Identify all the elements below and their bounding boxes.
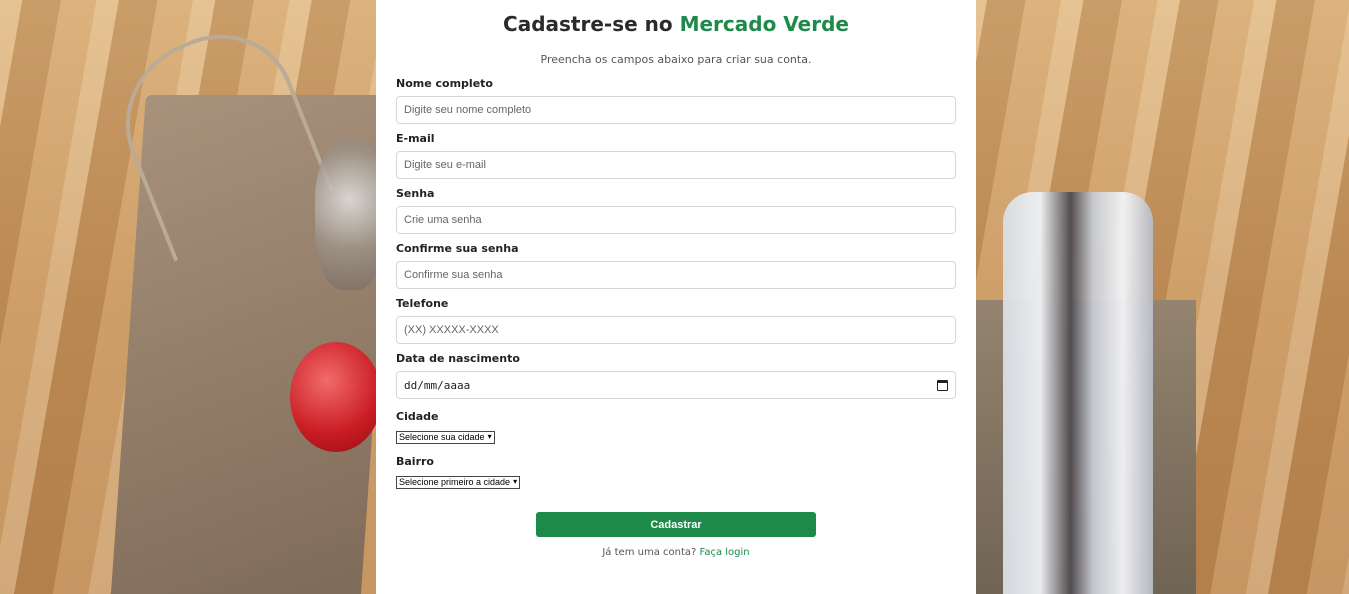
- chevron-down-icon: ▾: [487, 432, 492, 441]
- email-input[interactable]: [396, 151, 956, 179]
- city-label: Cidade: [396, 410, 439, 423]
- login-link[interactable]: Faça login: [700, 547, 750, 558]
- password-label: Senha: [396, 187, 435, 200]
- login-prompt-text: Já tem uma conta?: [602, 547, 697, 558]
- birthdate-input[interactable]: dd/mm/aaaa: [396, 371, 956, 399]
- apple: [290, 342, 382, 452]
- neighborhood-select[interactable]: Selecione primeiro a cidade ▾: [396, 475, 521, 489]
- signup-card: Cadastre-se no Mercado Verde Preencha os…: [376, 0, 976, 594]
- neighborhood-selected: Selecione primeiro a cidade: [399, 477, 511, 487]
- page-title: Cadastre-se no Mercado Verde: [396, 12, 956, 36]
- birthdate-field: Data de nascimento dd/mm/aaaa: [396, 351, 956, 399]
- confirm-password-label: Confirme sua senha: [396, 242, 519, 255]
- birthdate-label: Data de nascimento: [396, 352, 520, 365]
- email-label: E-mail: [396, 132, 435, 145]
- bag-handle: [102, 8, 334, 262]
- name-label: Nome completo: [396, 77, 493, 90]
- city-select[interactable]: Selecione sua cidade ▾: [396, 430, 495, 444]
- bread-bag-left: [315, 140, 385, 290]
- name-input[interactable]: [396, 96, 956, 124]
- password-input[interactable]: [396, 206, 956, 234]
- name-field: Nome completo: [396, 76, 956, 124]
- phone-label: Telefone: [396, 297, 449, 310]
- chevron-down-icon: ▾: [513, 477, 518, 486]
- city-field: Cidade Selecione sua cidade ▾: [396, 409, 956, 444]
- login-prompt: Já tem uma conta? Faça login: [396, 547, 956, 558]
- password-field: Senha: [396, 186, 956, 234]
- email-field: E-mail: [396, 131, 956, 179]
- calendar-icon[interactable]: [937, 379, 948, 391]
- neighborhood-field: Bairro Selecione primeiro a cidade ▾: [396, 454, 956, 489]
- neighborhood-label: Bairro: [396, 455, 434, 468]
- plastic-bread-bag: [1003, 192, 1153, 594]
- brand-name: Mercado Verde: [679, 12, 849, 36]
- phone-field: Telefone: [396, 296, 956, 344]
- form-subtitle: Preencha os campos abaixo para criar sua…: [540, 53, 812, 66]
- birthdate-value: dd/mm/aaaa: [404, 378, 471, 392]
- register-button[interactable]: Cadastrar: [536, 512, 816, 537]
- confirm-password-field: Confirme sua senha: [396, 241, 956, 289]
- phone-input[interactable]: [396, 316, 956, 344]
- city-selected: Selecione sua cidade: [399, 432, 485, 442]
- title-prefix: Cadastre-se no: [503, 12, 673, 36]
- confirm-password-input[interactable]: [396, 261, 956, 289]
